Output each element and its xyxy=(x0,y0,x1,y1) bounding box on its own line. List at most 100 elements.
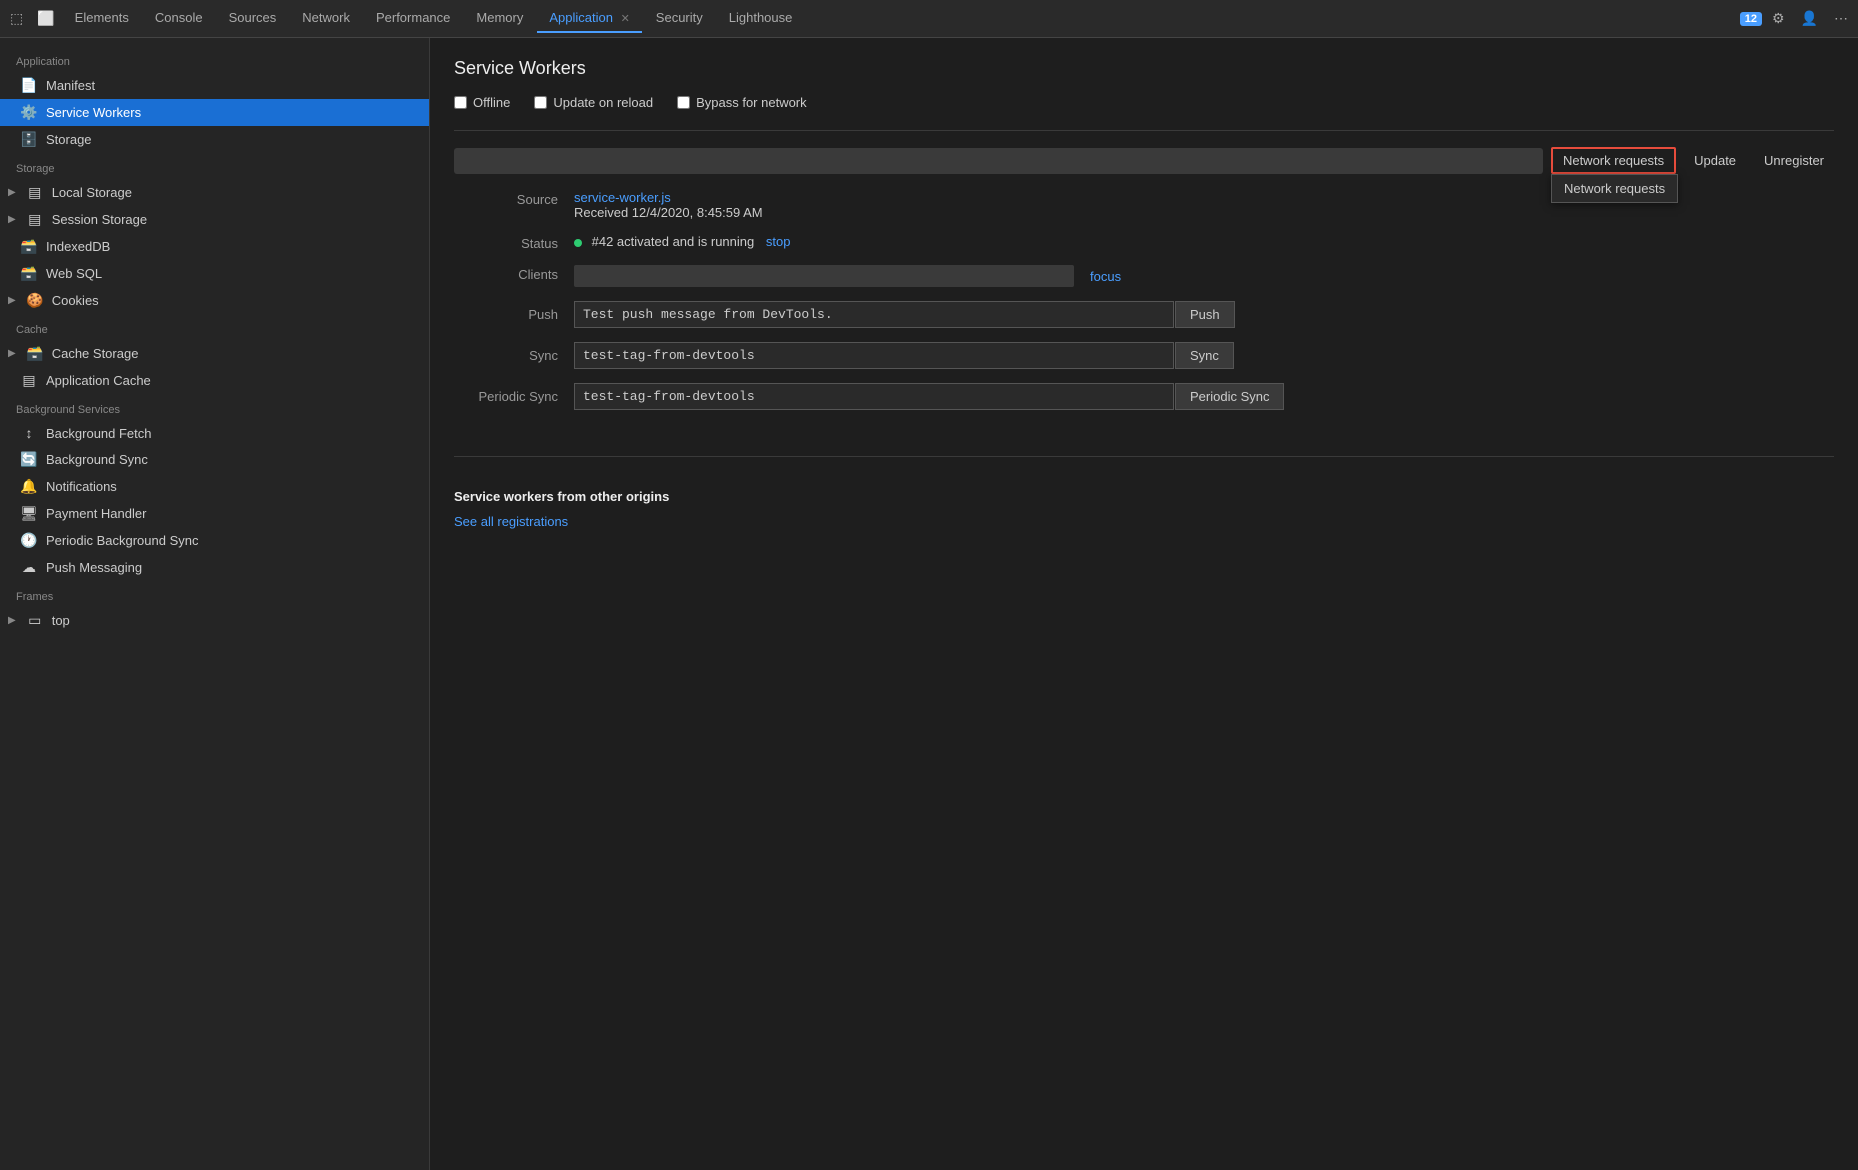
status-text: #42 activated and is running xyxy=(592,234,755,249)
tab-lighthouse[interactable]: Lighthouse xyxy=(717,4,805,33)
sidebar-item-label: Push Messaging xyxy=(46,560,142,575)
indexeddb-icon: 🗃️ xyxy=(20,238,38,255)
sidebar-item-cookies[interactable]: ▶ 🍪 Cookies xyxy=(0,287,429,314)
tab-performance[interactable]: Performance xyxy=(364,4,462,33)
push-row: Push Push xyxy=(454,301,1834,328)
inspect-icon[interactable]: ⬜ xyxy=(31,6,60,31)
periodic-sync-label: Periodic Sync xyxy=(454,389,574,404)
periodic-bg-sync-icon: 🕐 xyxy=(20,532,38,549)
push-label: Push xyxy=(454,307,574,322)
push-input[interactable] xyxy=(574,301,1174,328)
tab-close-icon[interactable]: ✕ xyxy=(621,13,630,25)
worker-status-row: Status #42 activated and is running stop xyxy=(454,234,1834,251)
sync-button[interactable]: Sync xyxy=(1175,342,1234,369)
checkbox-bypass-for-network[interactable]: Bypass for network xyxy=(677,95,807,110)
sidebar-item-label: Storage xyxy=(46,132,92,147)
arrow-icon: ▶ xyxy=(8,295,16,306)
update-on-reload-checkbox[interactable] xyxy=(534,96,547,109)
status-value: #42 activated and is running stop xyxy=(574,234,1834,249)
sidebar-item-label: Service Workers xyxy=(46,105,141,120)
focus-link[interactable]: focus xyxy=(1090,269,1121,284)
sidebar-item-indexeddb[interactable]: 🗃️ IndexedDB xyxy=(0,233,429,260)
bypass-for-network-checkbox[interactable] xyxy=(677,96,690,109)
cache-storage-icon: 🗃️ xyxy=(26,345,44,362)
sidebar-item-local-storage[interactable]: ▶ ▤ Local Storage xyxy=(0,179,429,206)
sidebar-item-background-fetch[interactable]: ↕ Background Fetch xyxy=(0,420,429,446)
network-requests-tooltip-box: Network requests Network requests xyxy=(1551,147,1676,174)
sidebar-item-payment-handler[interactable]: 🖥 Payment Handler xyxy=(0,500,429,527)
sidebar-item-storage[interactable]: 🗄️ Storage xyxy=(0,126,429,153)
section-divider xyxy=(454,456,1834,457)
sidebar-item-manifest[interactable]: 📄 Manifest xyxy=(0,72,429,99)
notification-badge: 12 xyxy=(1740,12,1762,26)
periodic-sync-button[interactable]: Periodic Sync xyxy=(1175,383,1284,410)
push-button[interactable]: Push xyxy=(1175,301,1235,328)
other-origins-title: Service workers from other origins xyxy=(454,489,1834,504)
checkbox-row: Offline Update on reload Bypass for netw… xyxy=(454,95,1834,110)
cursor-icon[interactable]: ⬚ xyxy=(4,6,29,31)
sidebar-item-notifications[interactable]: 🔔 Notifications xyxy=(0,473,429,500)
offline-label: Offline xyxy=(473,95,510,110)
tab-console[interactable]: Console xyxy=(143,4,215,33)
sidebar-item-label: Manifest xyxy=(46,78,95,93)
tab-memory[interactable]: Memory xyxy=(464,4,535,33)
sidebar-section-cache: Cache xyxy=(0,314,429,340)
unregister-button[interactable]: Unregister xyxy=(1754,149,1834,172)
sidebar-item-application-cache[interactable]: ▤ Application Cache xyxy=(0,367,429,394)
sidebar-item-push-messaging[interactable]: ☁ Push Messaging xyxy=(0,554,429,581)
content-inner: Service Workers Offline Update on reload… xyxy=(430,38,1858,565)
more-icon[interactable]: ⋯ xyxy=(1828,6,1854,31)
source-label: Source xyxy=(454,190,574,207)
frame-icon: ▭ xyxy=(26,612,44,629)
tab-network[interactable]: Network xyxy=(290,4,362,33)
arrow-icon: ▶ xyxy=(8,348,16,359)
sidebar-item-label: IndexedDB xyxy=(46,239,110,254)
source-link[interactable]: service-worker.js xyxy=(574,190,671,205)
sidebar-item-label: Notifications xyxy=(46,479,117,494)
update-button[interactable]: Update xyxy=(1684,149,1746,172)
page-title: Service Workers xyxy=(454,58,1834,79)
web-sql-icon: 🗃️ xyxy=(20,265,38,282)
worker-url-input[interactable] xyxy=(454,148,1543,174)
periodic-sync-input[interactable] xyxy=(574,383,1174,410)
checkbox-update-on-reload[interactable]: Update on reload xyxy=(534,95,653,110)
sidebar-item-periodic-bg-sync[interactable]: 🕐 Periodic Background Sync xyxy=(0,527,429,554)
stop-link[interactable]: stop xyxy=(766,234,791,249)
sync-row: Sync Sync xyxy=(454,342,1834,369)
settings-icon[interactable]: ⚙ xyxy=(1766,6,1791,31)
clients-label: Clients xyxy=(454,265,574,282)
sidebar-item-web-sql[interactable]: 🗃️ Web SQL xyxy=(0,260,429,287)
offline-checkbox[interactable] xyxy=(454,96,467,109)
clients-input[interactable] xyxy=(574,265,1074,287)
sidebar-item-frames-top[interactable]: ▶ ▭ top xyxy=(0,607,429,634)
sidebar-item-label: Background Fetch xyxy=(46,426,152,441)
push-messaging-icon: ☁ xyxy=(20,559,38,576)
sidebar: Application 📄 Manifest ⚙️ Service Worker… xyxy=(0,38,430,1170)
user-icon[interactable]: 👤 xyxy=(1795,6,1824,31)
sidebar-item-background-sync[interactable]: 🔄 Background Sync xyxy=(0,446,429,473)
see-all-registrations-link[interactable]: See all registrations xyxy=(454,514,568,529)
sidebar-item-label: top xyxy=(52,613,70,628)
tab-security[interactable]: Security xyxy=(644,4,715,33)
checkbox-offline[interactable]: Offline xyxy=(454,95,510,110)
sidebar-item-session-storage[interactable]: ▶ ▤ Session Storage xyxy=(0,206,429,233)
notifications-icon: 🔔 xyxy=(20,478,38,495)
tab-application[interactable]: Application ✕ xyxy=(537,4,641,33)
tab-sources[interactable]: Sources xyxy=(217,4,289,33)
sync-input[interactable] xyxy=(574,342,1174,369)
tab-elements[interactable]: Elements xyxy=(63,4,141,33)
arrow-icon: ▶ xyxy=(8,214,16,225)
cookies-icon: 🍪 xyxy=(26,292,44,309)
content-area: Service Workers Offline Update on reload… xyxy=(430,38,1858,1170)
sidebar-section-frames: Frames xyxy=(0,581,429,607)
sync-label: Sync xyxy=(454,348,574,363)
session-storage-icon: ▤ xyxy=(26,211,44,228)
sidebar-item-label: Payment Handler xyxy=(46,506,146,521)
payment-handler-icon: 🖥 xyxy=(20,505,38,522)
sidebar-item-cache-storage[interactable]: ▶ 🗃️ Cache Storage xyxy=(0,340,429,367)
network-requests-button[interactable]: Network requests xyxy=(1551,147,1676,174)
main-layout: Application 📄 Manifest ⚙️ Service Worker… xyxy=(0,38,1858,1170)
worker-card: Network requests Network requests Update… xyxy=(454,130,1834,440)
sidebar-item-service-workers[interactable]: ⚙️ Service Workers xyxy=(0,99,429,126)
arrow-icon: ▶ xyxy=(8,187,16,198)
